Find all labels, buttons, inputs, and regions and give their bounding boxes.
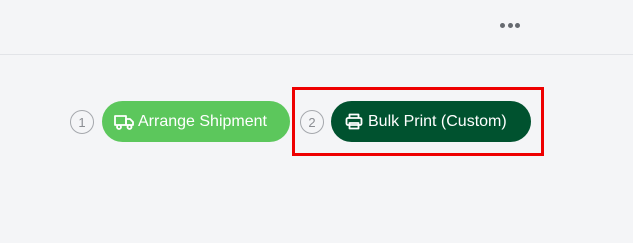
more-dot [507, 22, 513, 28]
truck-icon [114, 113, 134, 131]
arrange-shipment-label: Arrange Shipment [138, 112, 267, 130]
highlight-box [292, 87, 544, 156]
arrange-shipment-button[interactable]: Arrange Shipment [102, 101, 290, 142]
more-options-icon[interactable] [495, 16, 525, 34]
more-dot [514, 22, 520, 28]
top-bar [0, 0, 633, 55]
step-1-number: 1 [70, 110, 94, 134]
more-dot [500, 22, 506, 28]
